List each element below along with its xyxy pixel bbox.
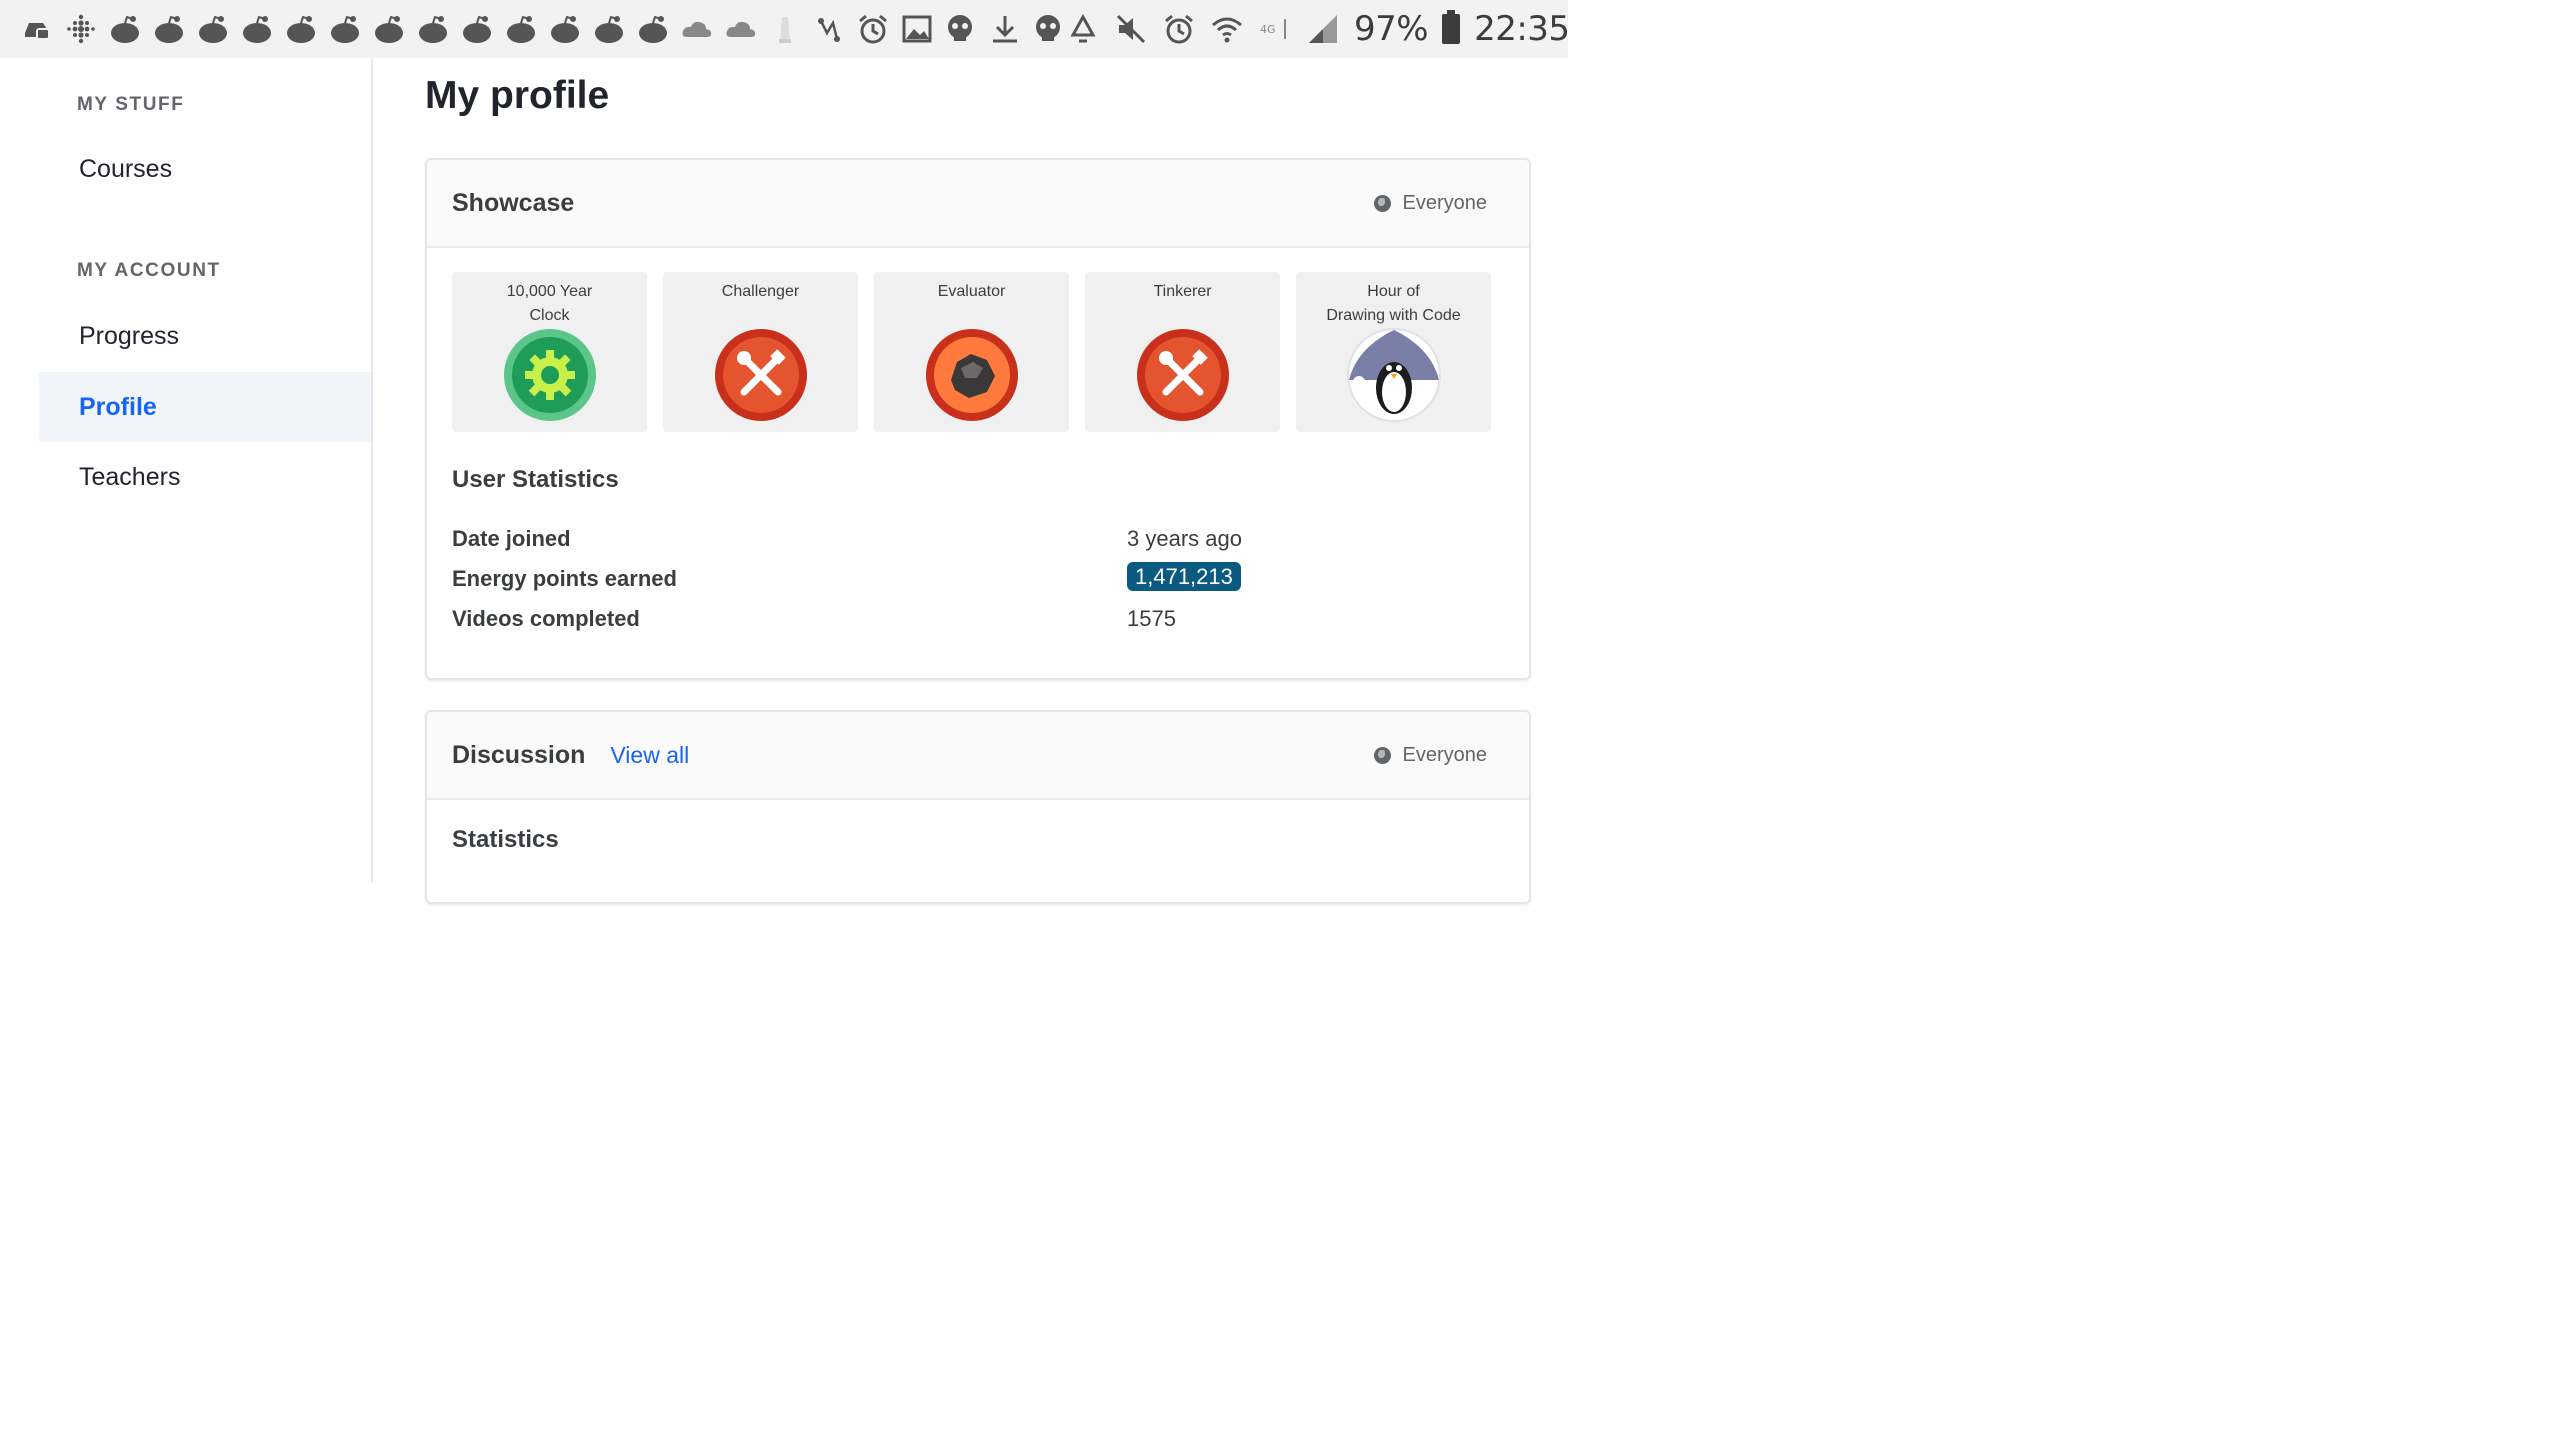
skull-icon: [944, 12, 978, 46]
sidebar-item-progress[interactable]: Progress: [39, 301, 371, 371]
energy-points-badge: 1,471,213: [1127, 562, 1241, 591]
energy-points-value: 1,471,213: [1127, 562, 1241, 591]
discussion-visibility-selector[interactable]: Everyone: [1373, 712, 1488, 798]
reddit-icon: [548, 12, 582, 46]
reddit-icon: [372, 12, 406, 46]
showcase-visibility-label: Everyone: [1402, 191, 1488, 214]
reddit-icon: [240, 12, 274, 46]
system-icons: 4G 97% 22:35: [1066, 9, 1594, 49]
notification-icons: [0, 12, 1066, 46]
route-icon: [812, 12, 846, 46]
reddit-icon: [636, 12, 670, 46]
globe-icon: [1373, 194, 1391, 212]
discussion-visibility-label: Everyone: [1402, 743, 1488, 766]
gear-badge-icon: [503, 329, 596, 421]
badge-list: 10,000 Year Clock Challenger Evaluator T…: [452, 272, 1491, 432]
status-bar: 4G 97% 22:35: [0, 0, 1570, 58]
discussion-card: Discussion View all Everyone Statistics: [425, 710, 1531, 904]
sidebar-item-teachers[interactable]: Teachers: [39, 442, 371, 512]
date-joined-label: Date joined: [452, 526, 571, 551]
alarm-icon: [1162, 12, 1196, 46]
discussion-header: Discussion View all Everyone: [427, 712, 1529, 800]
date-joined-value: 3 years ago: [1127, 526, 1242, 551]
car-notification-icon: [20, 12, 54, 46]
battery-percent: 97%: [1354, 9, 1429, 49]
badge-hour-of-drawing-with-code[interactable]: Hour of Drawing with Code: [1296, 272, 1491, 432]
download-icon: [988, 12, 1022, 46]
videos-completed-value: 1575: [1127, 606, 1176, 631]
badge-name: Hour of Drawing with Code: [1326, 283, 1461, 324]
badge-name: 10,000 Year Clock: [506, 283, 593, 324]
clock: 22:35: [1474, 9, 1570, 49]
badge-name: Evaluator: [937, 283, 1006, 300]
badge-10000-year-clock[interactable]: 10,000 Year Clock: [452, 272, 647, 432]
wifi-icon: [1210, 12, 1244, 46]
user-statistics-title: User Statistics: [452, 466, 619, 493]
discussion-title: Discussion: [452, 740, 586, 769]
energy-points-label: Energy points earned: [452, 566, 677, 591]
badge-tinkerer[interactable]: Tinkerer: [1085, 272, 1280, 432]
badge-name: Tinkerer: [1153, 283, 1212, 300]
svg-text:4G: 4G: [1260, 23, 1276, 36]
tools-badge-icon: [1136, 329, 1229, 421]
reddit-icon: [152, 12, 186, 46]
reddit-icon: [284, 12, 318, 46]
badge-challenger[interactable]: Challenger: [663, 272, 858, 432]
mute-icon: [1114, 12, 1148, 46]
fitbit-icon: [64, 12, 98, 46]
lighthouse-icon: [768, 12, 802, 46]
globe-icon: [1373, 746, 1391, 764]
recycle-icon: [1066, 12, 1100, 46]
showcase-card: Showcase Everyone 10,000 Year Clock Chal…: [425, 158, 1531, 680]
image-icon: [900, 12, 934, 46]
rock-badge-icon: [925, 329, 1018, 421]
view-all-link[interactable]: View all: [610, 742, 689, 769]
skull-icon: [1032, 12, 1066, 46]
discussion-statistics-title: Statistics: [452, 826, 559, 853]
reddit-icon: [108, 12, 142, 46]
sidebar: MY STUFF Courses MY ACCOUNT Progress Pro…: [0, 58, 373, 882]
alarm-icon: [856, 12, 890, 46]
page-title: My profile: [425, 74, 610, 117]
videos-completed-label: Videos completed: [452, 606, 640, 631]
reddit-icon: [328, 12, 362, 46]
reddit-icon: [416, 12, 450, 46]
showcase-title: Showcase: [452, 188, 575, 217]
sidebar-heading-my-stuff: MY STUFF: [77, 94, 185, 115]
signal-icon: [1306, 12, 1340, 46]
reddit-icon: [592, 12, 626, 46]
sidebar-heading-my-account: MY ACCOUNT: [77, 260, 221, 281]
cloud-icon: [680, 12, 714, 46]
penguin-badge-icon: [1346, 328, 1441, 422]
reddit-icon: [196, 12, 230, 46]
showcase-visibility-selector[interactable]: Everyone: [1373, 160, 1488, 246]
lte-icon: 4G: [1258, 12, 1292, 46]
sidebar-item-profile[interactable]: Profile: [39, 372, 371, 442]
cloud-icon: [724, 12, 758, 46]
sidebar-item-courses[interactable]: Courses: [39, 134, 371, 204]
reddit-icon: [460, 12, 494, 46]
reddit-icon: [504, 12, 538, 46]
tools-badge-icon: [714, 329, 807, 421]
badge-name: Challenger: [721, 283, 800, 300]
showcase-header: Showcase Everyone: [427, 160, 1529, 248]
battery-icon: [1442, 10, 1461, 44]
badge-evaluator[interactable]: Evaluator: [874, 272, 1069, 432]
